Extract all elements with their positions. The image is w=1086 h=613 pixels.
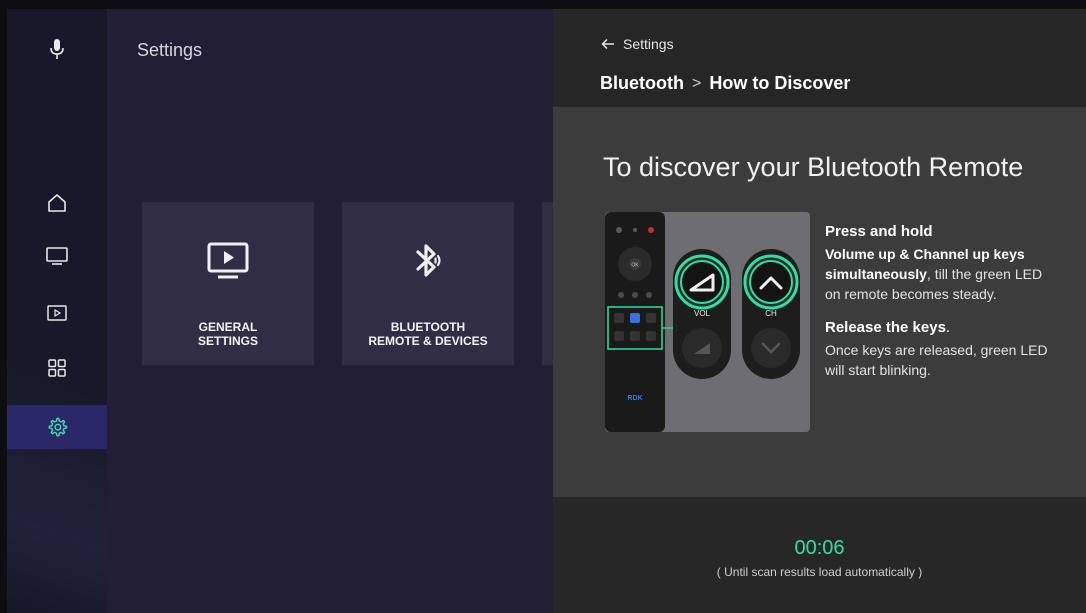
tile-label-line2: SETTINGS — [197, 334, 258, 348]
mic-icon — [50, 39, 64, 59]
vol-label: VOL — [694, 309, 711, 318]
arrow-left-icon — [601, 38, 614, 50]
tile-label-line1: GENERAL — [198, 320, 258, 334]
step2-title: Release the keys. — [825, 318, 1055, 338]
panel-header: Settings Bluetooth > How to Discover — [553, 9, 1086, 107]
back-label: Settings — [623, 36, 674, 52]
tv-icon — [46, 247, 68, 265]
apps-grid-icon — [48, 359, 66, 377]
nav-rail — [7, 9, 107, 613]
discover-heading: To discover your Bluetooth Remote — [603, 152, 1024, 182]
page-title: Settings — [137, 40, 203, 60]
bluetooth-icon — [416, 244, 441, 277]
breadcrumb-separator: > — [691, 74, 702, 92]
ok-label: OK — [631, 263, 639, 269]
brand-label: RDK — [627, 395, 642, 402]
discover-panel: Settings Bluetooth > How to Discover To … — [553, 9, 1086, 613]
tile-partial[interactable] — [542, 202, 553, 365]
back-button[interactable]: Settings — [601, 36, 674, 52]
tile-icon-wrap — [142, 240, 314, 282]
gear-icon — [48, 417, 68, 437]
breadcrumb-item-current: How to Discover — [709, 73, 851, 93]
step2-title-suffix: . — [945, 319, 951, 336]
step1-title: Press and hold — [825, 223, 933, 240]
tile-bluetooth-remote[interactable]: BLUETOOTH REMOTE & DEVICES — [342, 202, 514, 365]
remote-illustration: OK RDK VOL CH — [605, 212, 810, 432]
tile-general-settings[interactable]: GENERAL SETTINGS — [142, 202, 314, 365]
step2-text: Once keys are released, green LED will s… — [825, 342, 1048, 378]
scan-timer: 00:06 — [794, 537, 845, 559]
nav-item-mic[interactable] — [7, 27, 107, 71]
media-icon — [47, 305, 67, 321]
nav-item-home[interactable] — [7, 181, 107, 225]
tv-play-icon — [207, 242, 249, 279]
tile-label-line1: BLUETOOTH — [390, 320, 466, 334]
tile-icon-wrap — [342, 240, 514, 282]
tv-screen: Settings GENERAL SETTINGS BLUETOOTH REMO… — [7, 9, 1086, 613]
nav-item-settings[interactable] — [7, 405, 107, 449]
step1-text: Volume up & Channel up keys simultaneous… — [825, 244, 1055, 304]
tile-label: BLUETOOTH REMOTE & DEVICES — [342, 320, 514, 348]
nav-item-tv[interactable] — [7, 234, 107, 278]
ch-label: CH — [765, 309, 777, 318]
breadcrumb-item[interactable]: Bluetooth — [600, 73, 684, 94]
nav-item-apps[interactable] — [7, 346, 107, 390]
tile-label: GENERAL SETTINGS — [142, 320, 314, 348]
instructions: Press and hold Volume up & Channel up ke… — [825, 222, 1055, 380]
breadcrumb: Bluetooth > How to Discover — [600, 73, 850, 94]
home-icon — [48, 194, 66, 212]
nav-item-media[interactable] — [7, 291, 107, 335]
panel-footer: 00:06 ( Until scan results load automati… — [553, 497, 1086, 613]
tile-label-line2: REMOTE & DEVICES — [368, 334, 488, 348]
step2-title-text: Release the keys — [825, 319, 946, 336]
remote-diagram: OK RDK VOL CH — [605, 212, 800, 432]
scan-timer-note: ( Until scan results load automatically … — [716, 565, 923, 579]
